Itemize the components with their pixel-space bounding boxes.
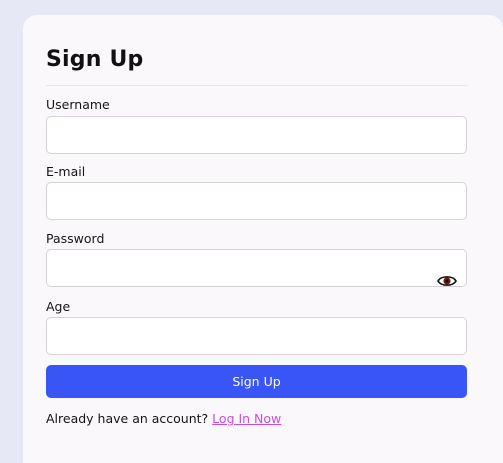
- username-label: Username: [46, 97, 110, 112]
- sign-up-button[interactable]: Sign Up: [46, 365, 467, 398]
- email-label: E-mail: [46, 164, 86, 179]
- login-prompt-text: Already have an account?: [46, 411, 209, 426]
- log-in-link[interactable]: Log In Now: [212, 411, 281, 426]
- email-input[interactable]: [46, 182, 467, 220]
- age-label: Age: [46, 299, 71, 314]
- password-input[interactable]: [46, 249, 467, 287]
- password-label: Password: [46, 231, 105, 246]
- signup-card: Sign Up Username E-mail Password Age Sig…: [23, 15, 503, 463]
- username-input[interactable]: [46, 116, 467, 154]
- login-prompt: Already have an account? Log In Now: [46, 411, 281, 426]
- eye-icon[interactable]: [437, 273, 457, 287]
- title-divider: [46, 85, 468, 86]
- form-title: Sign Up: [46, 47, 144, 72]
- age-input[interactable]: [46, 317, 467, 355]
